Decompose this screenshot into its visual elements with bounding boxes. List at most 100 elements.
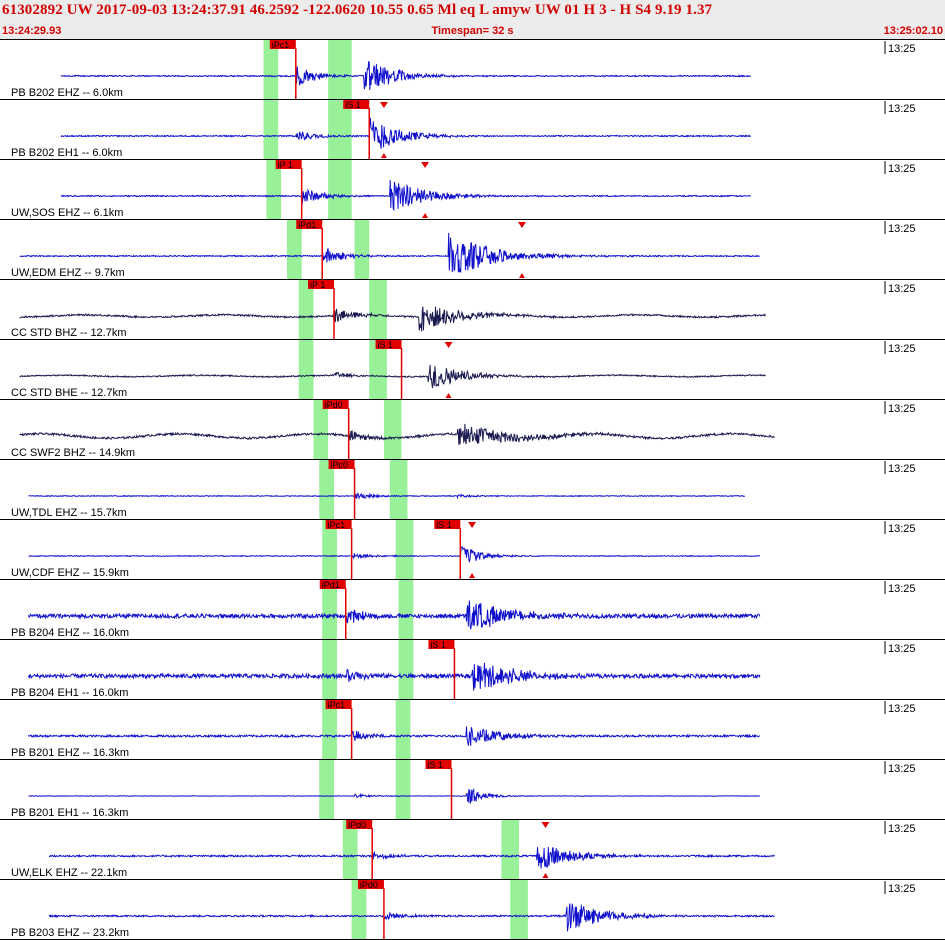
pick-window [383, 400, 402, 460]
phase-pick-label: iS 1 [430, 640, 446, 650]
waveform-trace [19, 232, 760, 273]
time-tick-label: 13:25 [888, 883, 916, 895]
waveform-trace [28, 546, 760, 563]
phase-pick-label: iPd0 [348, 820, 366, 830]
time-tick-label: 13:25 [888, 283, 916, 295]
phase-marker-top [468, 522, 477, 528]
trace-panel: iPc1 iS 1 UW,CDF EHZ -- 15.9km 13:25 [0, 520, 945, 580]
phase-marker-bottom [422, 213, 429, 218]
pick-window [322, 640, 337, 700]
phase-marker-top [379, 102, 388, 108]
phase-pick-label: iPc1 [328, 520, 346, 530]
waveform-trace [19, 364, 766, 389]
phase-pick-label: iPc1 [328, 700, 346, 710]
phase-marker-top [444, 342, 453, 348]
phase-marker-bottom [380, 153, 387, 158]
phase-pick-label: iS 1 [427, 760, 443, 770]
phase-pick-label: iPd1 [298, 220, 316, 230]
time-tick-label: 13:25 [888, 43, 916, 55]
phase-pick-label: iPd0 [325, 400, 343, 410]
phase-pick-label: iPc1 [272, 40, 290, 50]
time-tick-label: 13:25 [888, 523, 916, 535]
waveform-trace [60, 61, 751, 91]
channel-label: UW,EDM EHZ -- 9.7km [11, 267, 125, 279]
waveform-trace [48, 846, 775, 869]
waveform-trace [60, 179, 751, 212]
phase-marker-top [517, 222, 526, 228]
trace-panel: iPd1 UW,EDM EHZ -- 9.7km 13:25 [0, 220, 945, 280]
trace-panel: iS 1 PB B201 EH1 -- 16.3km 13:25 [0, 760, 945, 820]
trace-panel: iP 1 UW,SOS EHZ -- 6.1km 13:25 [0, 160, 945, 220]
trace-panel: iPd0 CC SWF2 BHZ -- 14.9km 13:25 [0, 400, 945, 460]
channel-label: CC STD BHZ -- 12.7km [11, 327, 127, 339]
phase-pick-label: iP 1 [310, 280, 325, 290]
end-time: 13:25:02.10 [883, 25, 943, 37]
pick-window [389, 460, 408, 520]
phase-pick-label: iPc0 [331, 460, 349, 470]
trace-panel: iPc0 UW,TDL EHZ -- 15.7km 13:25 [0, 460, 945, 520]
channel-label: UW,TDL EHZ -- 15.7km [11, 507, 127, 519]
event-summary: 61302892 UW 2017-09-03 13:24:37.91 46.25… [2, 2, 713, 18]
trace-panel: iS 1 CC STD BHE -- 12.7km 13:25 [0, 340, 945, 400]
trace-panel: iPd0 PB B203 EHZ -- 23.2km 13:25 [0, 880, 945, 940]
waveform-trace [28, 788, 760, 804]
channel-label: PB B201 EHZ -- 16.3km [11, 747, 129, 759]
channel-label: PB B204 EHZ -- 16.0km [11, 627, 129, 639]
trace-panel: iPd0 UW,ELK EHZ -- 22.1km 13:25 [0, 820, 945, 880]
channel-label: UW,SOS EHZ -- 6.1km [11, 207, 123, 219]
timespan-label: Timespan= 32 s [431, 25, 514, 37]
pick-window [398, 580, 414, 640]
channel-label: PB B201 EH1 -- 16.3km [11, 807, 128, 819]
phase-marker-bottom [469, 573, 476, 578]
phase-pick-label: iP 1 [278, 160, 293, 170]
pick-window [395, 760, 411, 820]
channel-label: CC SWF2 BHZ -- 14.9km [11, 447, 135, 459]
channel-label: CC STD BHE -- 12.7km [11, 387, 127, 399]
channel-label: PB B202 EHZ -- 6.0km [11, 87, 123, 99]
channel-label: PB B204 EH1 -- 16.0km [11, 687, 128, 699]
event-header: 61302892 UW 2017-09-03 13:24:37.91 46.25… [0, 0, 945, 40]
pick-window [298, 340, 314, 400]
seismogram-panel[interactable]: iPc1 PB B202 EHZ -- 6.0km 13:25 iS 1 PB B202… [0, 40, 945, 940]
time-tick-label: 13:25 [888, 583, 916, 595]
pick-window [510, 880, 528, 940]
pick-window [319, 760, 334, 820]
pick-window [369, 280, 387, 340]
pick-window [501, 820, 520, 880]
phase-pick-label: iPd1 [322, 580, 340, 590]
waveform-trace [28, 492, 745, 500]
phase-marker-top [421, 162, 430, 168]
channel-label: PB B202 EH1 -- 6.0km [11, 147, 122, 159]
waveform-trace [19, 306, 766, 332]
pick-window [263, 100, 279, 160]
pick-window [354, 220, 370, 280]
trace-panel: iS 1 PB B204 EH1 -- 16.0km 13:25 [0, 640, 945, 700]
time-tick-label: 13:25 [888, 463, 916, 475]
channel-label: UW,CDF EHZ -- 15.9km [11, 567, 129, 579]
pick-window [398, 640, 414, 700]
waveform-trace [60, 117, 752, 149]
phase-marker-bottom [542, 873, 549, 878]
phase-marker-bottom [445, 393, 452, 398]
time-tick-label: 13:25 [888, 763, 916, 775]
pick-window [328, 40, 352, 100]
channel-label: UW,ELK EHZ -- 22.1km [11, 867, 127, 879]
trace-panel: iP 1 CC STD BHZ -- 12.7km 13:25 [0, 280, 945, 340]
trace-panel: iS 1 PB B202 EH1 -- 6.0km 13:25 [0, 100, 945, 160]
time-tick-label: 13:25 [888, 163, 916, 175]
phase-pick-label: iS 1 [345, 100, 361, 110]
trace-panel: iPc1 PB B202 EHZ -- 6.0km 13:25 [0, 40, 945, 100]
pick-window [395, 520, 414, 580]
time-tick-label: 13:25 [888, 343, 916, 355]
time-tick-label: 13:25 [888, 403, 916, 415]
time-tick-label: 13:25 [888, 643, 916, 655]
time-tick-label: 13:25 [888, 103, 916, 115]
waveform-trace [48, 903, 775, 932]
phase-pick-label: iS 1 [378, 340, 394, 350]
phase-pick-label: iPd0 [360, 880, 378, 890]
trace-panel: iPd1 PB B204 EHZ -- 16.0km 13:25 [0, 580, 945, 640]
waveform-trace [28, 726, 760, 746]
waveform-trace [28, 600, 761, 630]
phase-marker-bottom [518, 273, 525, 278]
time-tick-label: 13:25 [888, 823, 916, 835]
